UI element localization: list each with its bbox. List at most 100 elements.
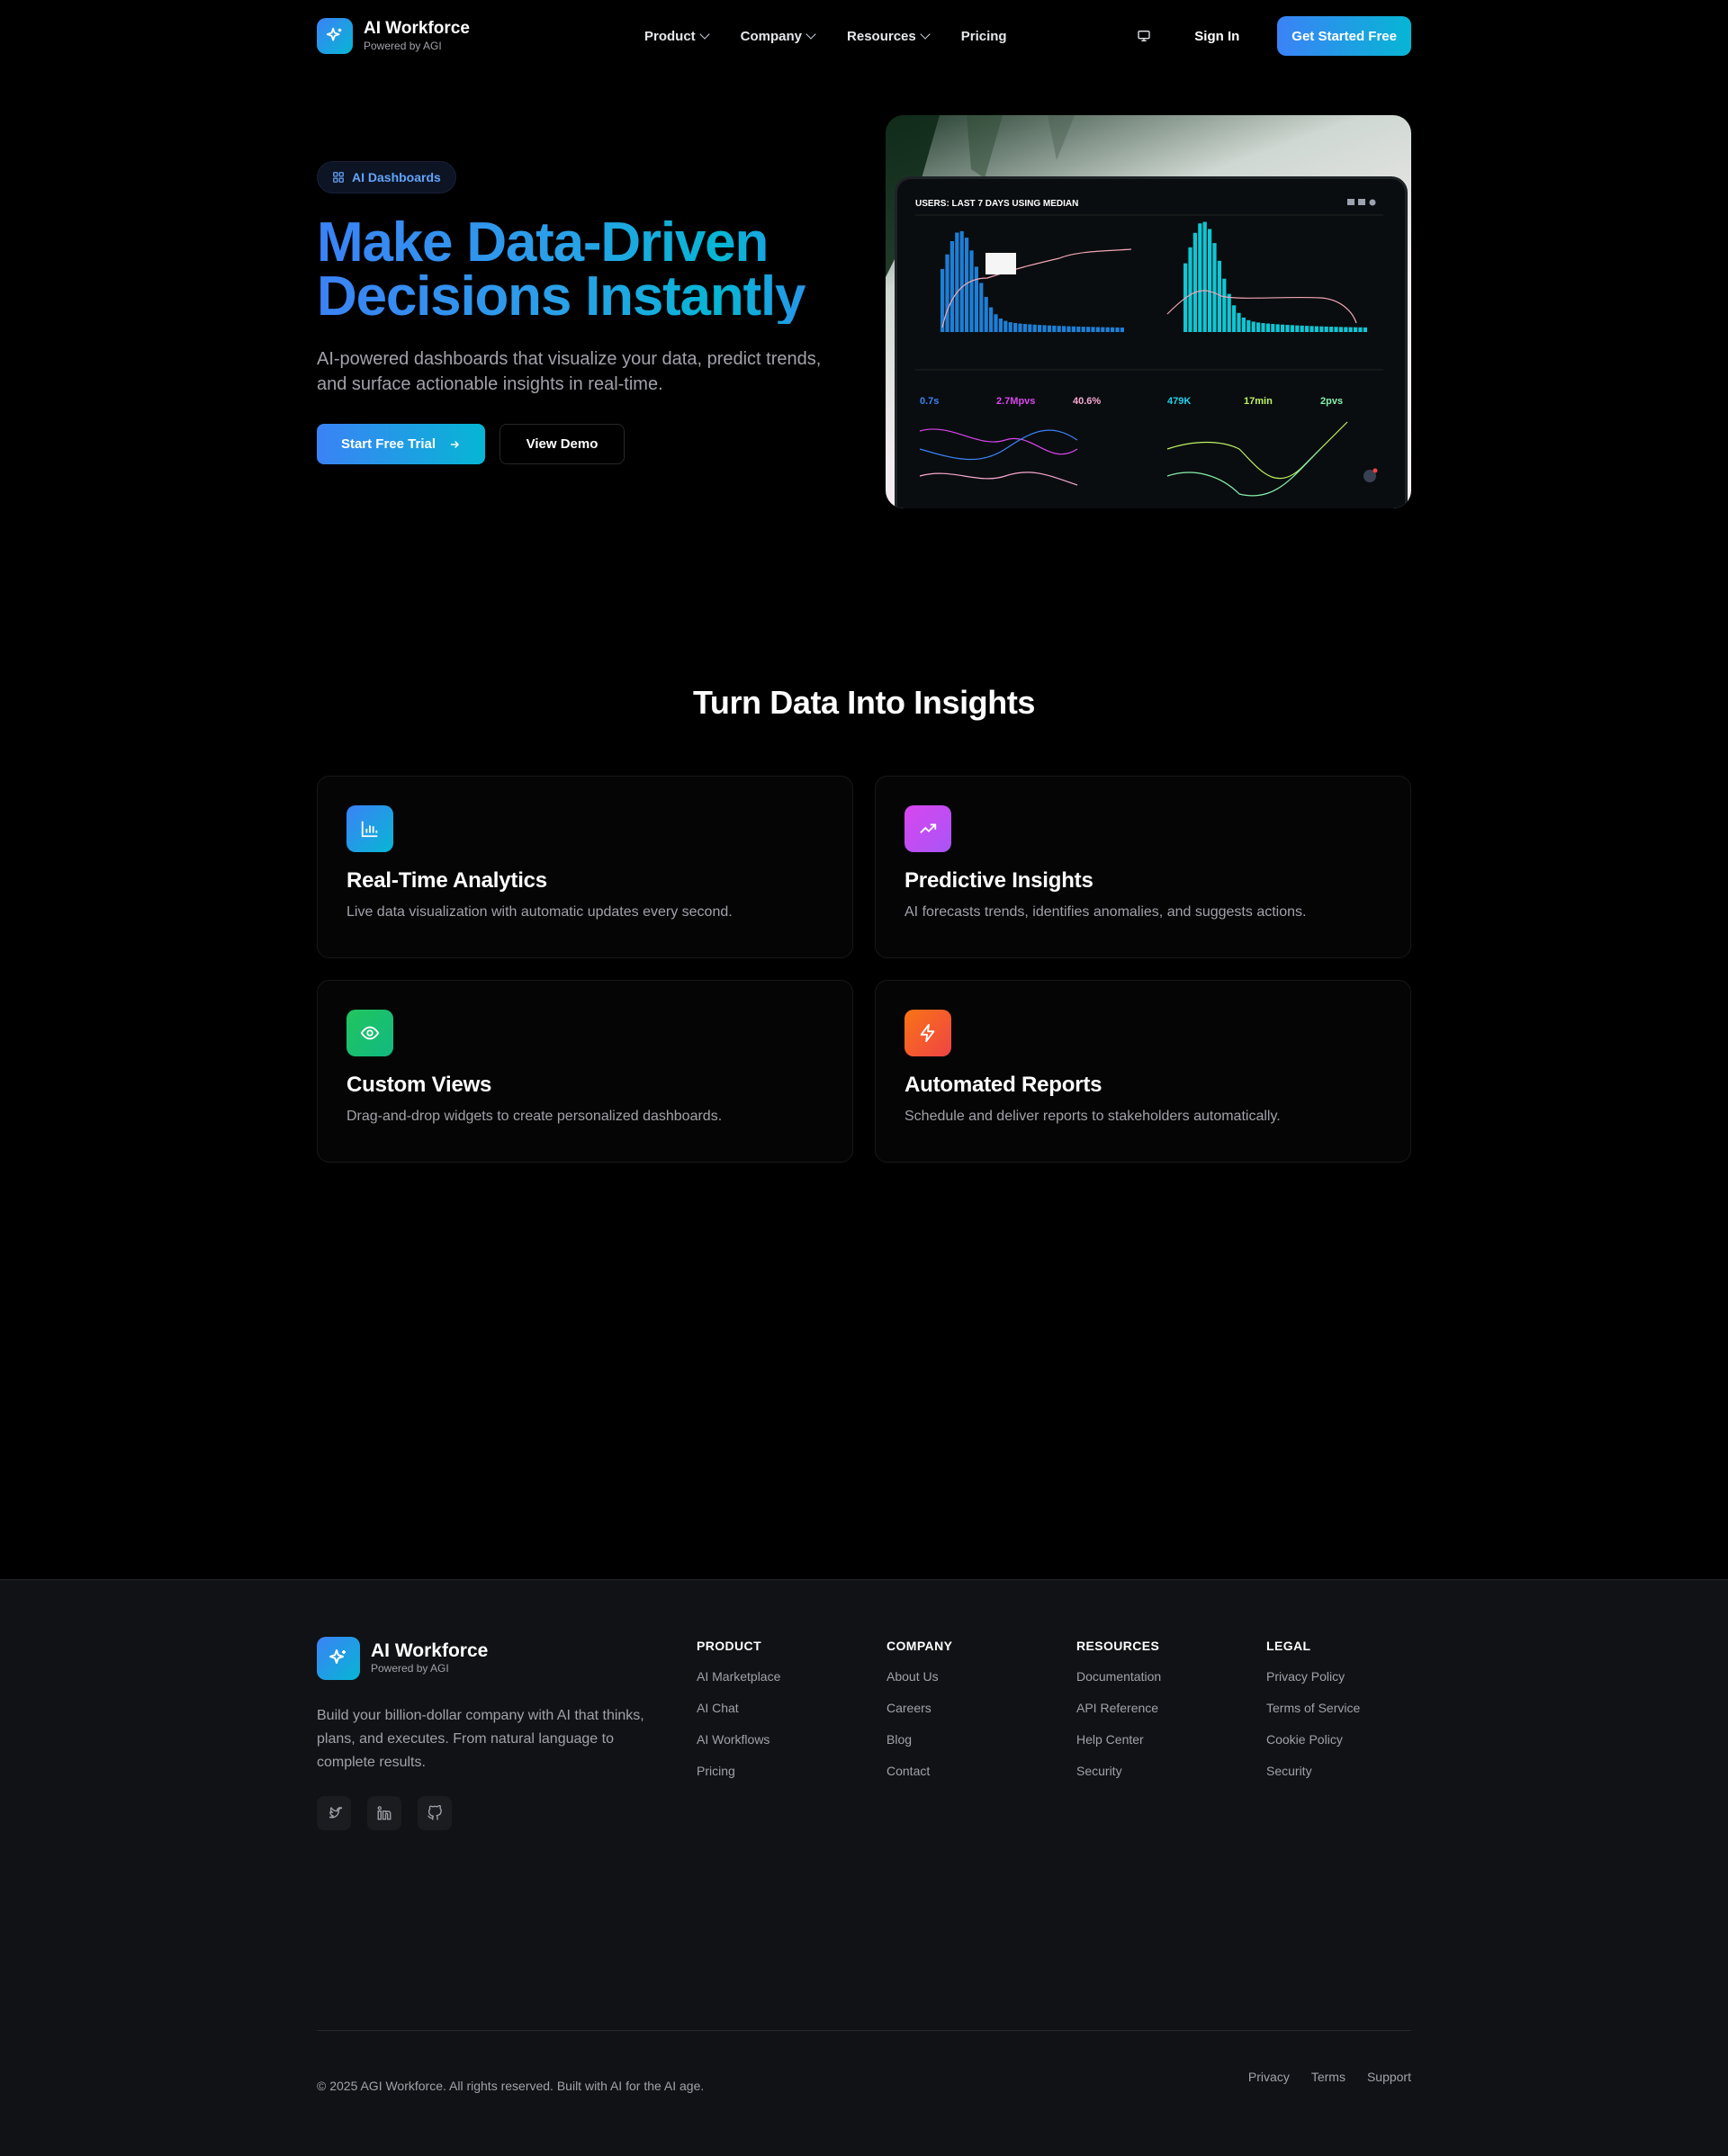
twitter-icon[interactable] (317, 1796, 351, 1830)
dashboard-screenshot: USERS: LAST 7 DAYS USING MEDIAN 0.7s 2.7… (915, 199, 1383, 497)
nav-links: Product Company Resources Pricing (644, 0, 1007, 72)
footer-link[interactable]: Cookie Policy (1266, 1732, 1360, 1747)
features-title: Turn Data Into Insights (692, 684, 1036, 721)
feature-text: AI forecasts trends, identifies anomalie… (904, 904, 1307, 920)
histogram-bar (1363, 327, 1367, 332)
get-started-button[interactable]: Get Started Free (1277, 16, 1411, 56)
histogram-bar (1290, 325, 1294, 332)
footer-brand[interactable]: AI Workforce Powered by AGI (317, 1637, 488, 1680)
feature-text: Drag-and-drop widgets to create personal… (346, 1109, 723, 1124)
histogram-bar (1062, 326, 1066, 332)
feature-card-analytics: Real-Time Analytics Live data visualizat… (317, 776, 853, 958)
histogram-bar (1265, 323, 1270, 332)
chevron-down-icon (806, 29, 816, 40)
nav-pricing[interactable]: Pricing (961, 29, 1007, 44)
footer-privacy-link[interactable]: Privacy (1248, 2070, 1290, 2084)
footer-brand-name: AI Workforce (371, 1640, 489, 1661)
footer-link[interactable]: Blog (886, 1732, 952, 1747)
histogram-bar (1348, 327, 1353, 332)
histogram-bar (1208, 229, 1212, 332)
nav-company[interactable]: Company (740, 28, 816, 44)
footer-link[interactable]: AI Workflows (697, 1732, 780, 1747)
footer-terms-link[interactable]: Terms (1311, 2070, 1346, 2084)
footer-link[interactable]: About Us (886, 1669, 952, 1684)
footer-link[interactable]: Pricing (697, 1764, 780, 1778)
histogram-bar (1052, 325, 1057, 332)
nav-resources-label: Resources (847, 28, 916, 44)
hero-title-line1: Make Data-Driven (317, 211, 769, 274)
footer: AI Workforce Powered by AGI Build your b… (0, 1579, 1728, 2156)
footer-col-resources: RESOURCES Documentation API Reference He… (1076, 1639, 1161, 1795)
footer-link[interactable]: Security (1076, 1764, 1161, 1778)
footer-link[interactable]: Security (1266, 1764, 1360, 1778)
layout-grid-icon (333, 172, 344, 183)
histogram-bar (1028, 324, 1032, 332)
arrow-right-icon (450, 440, 460, 448)
footer-col-company: COMPANY About Us Careers Blog Contact (886, 1639, 952, 1795)
footer-link[interactable]: Careers (886, 1701, 952, 1715)
view-demo-button[interactable]: View Demo (500, 424, 625, 464)
footer-col-heading: PRODUCT (697, 1639, 762, 1653)
histogram-bar (1212, 243, 1217, 332)
nav-resources[interactable]: Resources (847, 28, 931, 44)
linkedin-icon[interactable] (367, 1796, 401, 1830)
histogram-bar (989, 307, 994, 332)
footer-description: Build your billion-dollar company with A… (317, 1708, 644, 1770)
footer-link[interactable]: Terms of Service (1266, 1701, 1360, 1715)
histogram-bar (979, 283, 984, 332)
hero: AI Dashboards Make Data-Driven Decisions… (317, 72, 1411, 576)
sign-in-button[interactable]: Sign In (1182, 22, 1252, 51)
start-free-trial-button[interactable]: Start Free Trial (317, 424, 485, 464)
footer-link[interactable]: Help Center (1076, 1732, 1161, 1747)
svg-text:17min: 17min (1244, 396, 1273, 407)
histogram-bar (1246, 319, 1251, 332)
histogram-bar (955, 232, 959, 332)
svg-text:0.7s: 0.7s (920, 396, 939, 407)
histogram-bar (984, 296, 988, 332)
histogram-bar (1217, 260, 1221, 332)
footer-support-link[interactable]: Support (1367, 2070, 1411, 2084)
footer-col-heading: RESOURCES (1076, 1639, 1160, 1653)
chevron-down-icon (699, 29, 710, 40)
brand[interactable]: AI Workforce Powered by AGI (317, 18, 470, 54)
footer-link[interactable]: API Reference (1076, 1701, 1161, 1715)
histogram-bar (1038, 325, 1042, 332)
footer-link[interactable]: Documentation (1076, 1669, 1161, 1684)
histogram-bar (1013, 322, 1018, 332)
social-links (317, 1796, 452, 1830)
feature-card-custom-views: Custom Views Drag-and-drop widgets to cr… (317, 980, 853, 1163)
footer-link[interactable]: AI Chat (697, 1701, 780, 1715)
histogram-bar (1319, 326, 1324, 332)
footer-link[interactable]: Privacy Policy (1266, 1669, 1360, 1684)
histogram-bar (1237, 312, 1241, 332)
footer-col-heading: COMPANY (886, 1639, 953, 1653)
features-grid: Real-Time Analytics Live data visualizat… (317, 776, 1411, 1163)
histogram-bar (1285, 325, 1290, 332)
feature-title: Custom Views (346, 1073, 492, 1097)
histogram-bar (1076, 326, 1081, 332)
nav-company-label: Company (740, 28, 803, 44)
histogram-bar (1032, 324, 1037, 332)
histogram-bar (1111, 327, 1115, 332)
feature-title: Real-Time Analytics (346, 868, 547, 893)
nav-product-label: Product (644, 28, 696, 44)
nav-product[interactable]: Product (644, 28, 710, 44)
footer-link[interactable]: Contact (886, 1764, 952, 1778)
nav-pricing-label: Pricing (960, 28, 1007, 44)
svg-text:40.6%: 40.6% (1073, 396, 1101, 407)
github-icon[interactable] (418, 1796, 452, 1830)
histogram-bar (1251, 321, 1256, 332)
histogram-bar (1329, 327, 1334, 332)
nav-actions: Sign In Get Started Free (1131, 16, 1411, 56)
eye-icon (346, 1010, 393, 1056)
hero-title: Make Data-Driven Decisions Instantly (317, 216, 857, 324)
monitor-icon[interactable] (1131, 23, 1156, 49)
footer-link[interactable]: AI Marketplace (697, 1669, 780, 1684)
footer-bottom-links: Privacy Terms Support (1248, 2070, 1411, 2084)
histogram-bar (1004, 320, 1008, 332)
footer-col-heading: LEGAL (1266, 1639, 1311, 1653)
histogram-bar (1042, 325, 1047, 332)
chevron-down-icon (920, 29, 931, 40)
histogram-bar (1071, 326, 1076, 332)
histogram-bar (1222, 278, 1227, 332)
